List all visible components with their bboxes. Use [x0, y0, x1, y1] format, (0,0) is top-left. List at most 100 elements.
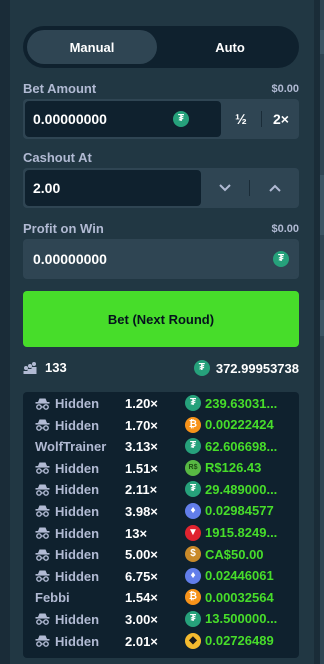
- tab-manual[interactable]: Manual: [27, 30, 157, 64]
- tab-auto[interactable]: Auto: [165, 30, 295, 64]
- player-name: Hidden: [35, 396, 99, 411]
- profit-value: CA$50.00: [205, 546, 264, 562]
- bet-row[interactable]: Hidden 13× ▼ 1915.8249...: [23, 523, 299, 545]
- player-count: 133: [23, 360, 67, 375]
- profit: R$ R$126.43: [185, 459, 297, 476]
- chevron-up-icon[interactable]: [257, 170, 293, 206]
- profit: ₮ 13.500000...: [185, 610, 297, 627]
- player-label: Hidden: [55, 525, 100, 541]
- profit: ♦ 0.02446061: [185, 567, 297, 584]
- bet-row[interactable]: Hidden 1.51× R$ R$126.43: [23, 458, 299, 480]
- player-label: Febbi: [35, 590, 70, 606]
- player-label: Hidden: [55, 460, 100, 476]
- player-label: Hidden: [55, 633, 100, 649]
- cashout-group: [23, 168, 299, 208]
- player-label: Hidden: [55, 482, 100, 498]
- profit: ₿ 0.00222424: [185, 416, 297, 433]
- multiplier: 1.54×: [125, 590, 158, 606]
- bet-row[interactable]: Hidden 5.00× $ CA$50.00: [23, 544, 299, 566]
- bets-list: Hidden 1.20× ₮ 239.63031... Hidden 1.70× ₿ 0.00…: [23, 392, 299, 658]
- multiplier: 3.00×: [125, 611, 158, 627]
- bet-row[interactable]: Hidden 2.11× ₮ 29.489000...: [23, 479, 299, 501]
- incognito-icon: [35, 398, 50, 410]
- tether-icon: ₮: [185, 481, 201, 498]
- multiplier: 1.70×: [125, 417, 158, 433]
- scrollbar-marker: [320, 30, 324, 54]
- profit: ₮ 62.606698...: [185, 438, 297, 455]
- bet-row[interactable]: Hidden 3.98× ♦ 0.02984577: [23, 501, 299, 523]
- tether-icon: ₮: [193, 360, 210, 376]
- bet-row[interactable]: Febbi 1.54× ₿ 0.00032564: [23, 587, 299, 609]
- player-label: Hidden: [55, 417, 100, 433]
- player-label: WolfTrainer: [35, 439, 107, 455]
- tether-icon: ₮: [185, 438, 201, 455]
- divider: [261, 111, 262, 127]
- multiplier: 1.51×: [125, 460, 158, 476]
- player-name: Hidden: [35, 482, 99, 497]
- player-name: Febbi: [35, 590, 70, 605]
- multiplier: 6.75×: [125, 568, 158, 584]
- bitcoin-icon: ₿: [185, 416, 201, 433]
- bet-button[interactable]: Bet (Next Round): [23, 291, 299, 347]
- bet-amount-group: ₮ ½ 2×: [23, 99, 299, 139]
- player-name: Hidden: [35, 504, 99, 519]
- cashout-input[interactable]: [25, 170, 201, 206]
- total-wagered: ₮ 372.99953738: [193, 360, 299, 376]
- incognito-icon: [35, 570, 50, 583]
- half-button[interactable]: ½: [223, 101, 259, 137]
- player-label: Hidden: [55, 396, 100, 411]
- multiplier: 3.13×: [125, 439, 158, 455]
- tether-icon: ₮: [185, 610, 201, 627]
- player-name: Hidden: [35, 461, 99, 476]
- mode-tabs: Manual Auto: [23, 26, 299, 68]
- bet-row[interactable]: Hidden 1.70× ₿ 0.00222424: [23, 415, 299, 437]
- incognito-icon: [35, 527, 50, 539]
- bet-row[interactable]: Hidden 2.01× ◆ 0.02726489: [23, 631, 299, 653]
- bet-row[interactable]: Hidden 6.75× ♦ 0.02446061: [23, 566, 299, 588]
- player-name: Hidden: [35, 634, 99, 649]
- multiplier: 5.00×: [125, 547, 158, 563]
- bet-amount-input[interactable]: [25, 101, 221, 137]
- chevron-down-icon[interactable]: [207, 170, 243, 206]
- multiplier: 2.01×: [125, 633, 158, 649]
- total-amount-value: 372.99953738: [215, 360, 299, 376]
- scrollbar-marker: [320, 175, 324, 235]
- profit-value: 0.00032564: [205, 589, 274, 605]
- incognito-icon: [35, 419, 50, 431]
- profit-value: 62.606698...: [205, 438, 278, 454]
- profit: ♦ 0.02984577: [185, 502, 297, 519]
- incognito-icon: [35, 484, 50, 496]
- incognito-icon: [35, 505, 50, 518]
- tether-icon: ₮: [173, 111, 189, 127]
- profit: ◆ 0.02726489: [185, 632, 297, 649]
- profit: ₮ 239.63031...: [185, 395, 297, 411]
- bet-row[interactable]: WolfTrainer 3.13× ₮ 62.606698...: [23, 436, 299, 458]
- multiplier: 3.98×: [125, 503, 158, 519]
- profit-value: 0.02446061: [205, 568, 274, 584]
- tron-icon: ▼: [185, 524, 201, 541]
- player-name: Hidden: [35, 547, 99, 562]
- profit-on-win-field: [25, 241, 297, 277]
- profit: $ CA$50.00: [185, 546, 297, 563]
- bitcoin-icon: ₿: [185, 589, 201, 606]
- player-count-value: 133: [45, 360, 67, 375]
- bet-row[interactable]: Hidden 3.00× ₮ 13.500000...: [23, 609, 299, 631]
- player-label: Hidden: [55, 611, 100, 627]
- player-label: Hidden: [55, 547, 100, 563]
- profit-value: 0.00222424: [205, 417, 274, 433]
- brl-icon: R$: [185, 459, 201, 476]
- tether-icon: ₮: [185, 395, 201, 411]
- profit-value: 29.489000...: [205, 481, 278, 497]
- player-label: Hidden: [55, 503, 100, 519]
- profit: ₿ 0.00032564: [185, 589, 297, 606]
- profit: ₮ 29.489000...: [185, 481, 297, 498]
- multiplier: 13×: [125, 525, 148, 541]
- player-name: Hidden: [35, 418, 99, 433]
- profit: ▼ 1915.8249...: [185, 524, 297, 541]
- cashout-label: Cashout At: [23, 150, 92, 165]
- multiplier: 2.11×: [125, 482, 158, 498]
- profit-on-win-label: Profit on Win: [23, 221, 104, 236]
- bet-row[interactable]: Hidden 1.20× ₮ 239.63031...: [23, 393, 299, 415]
- player-name: WolfTrainer: [35, 439, 106, 454]
- double-button[interactable]: 2×: [263, 101, 299, 137]
